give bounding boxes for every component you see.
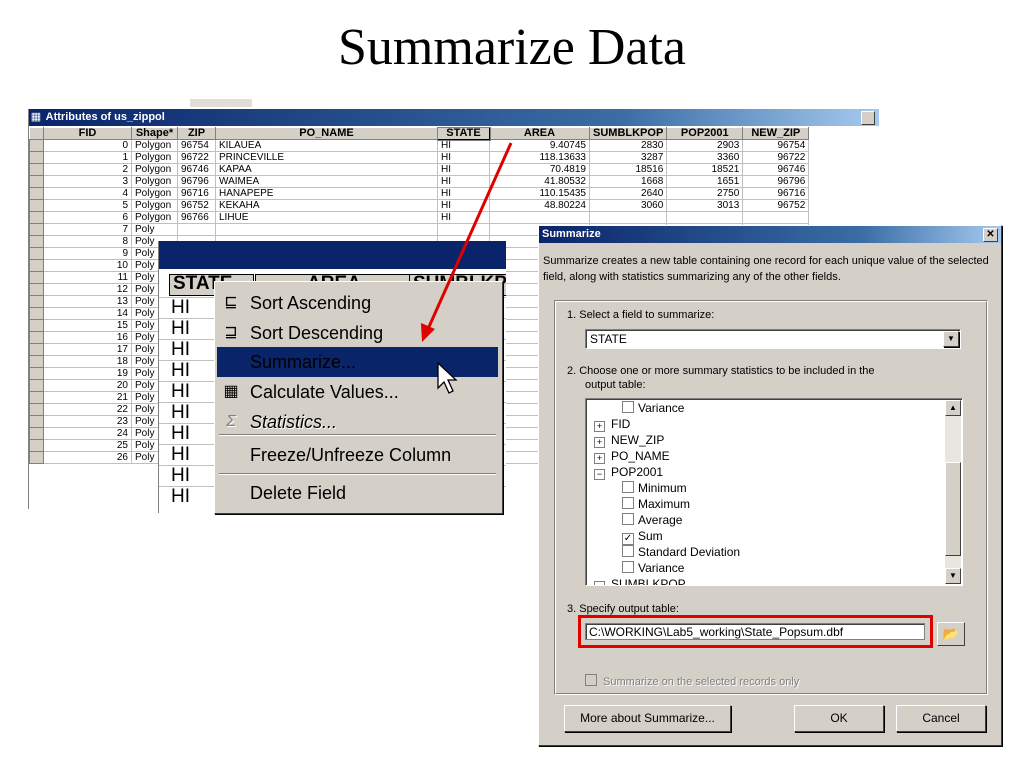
mouse-pointer-icon bbox=[437, 362, 458, 394]
red-arrow-annotation bbox=[421, 142, 513, 342]
arrow-shaft bbox=[426, 142, 513, 330]
